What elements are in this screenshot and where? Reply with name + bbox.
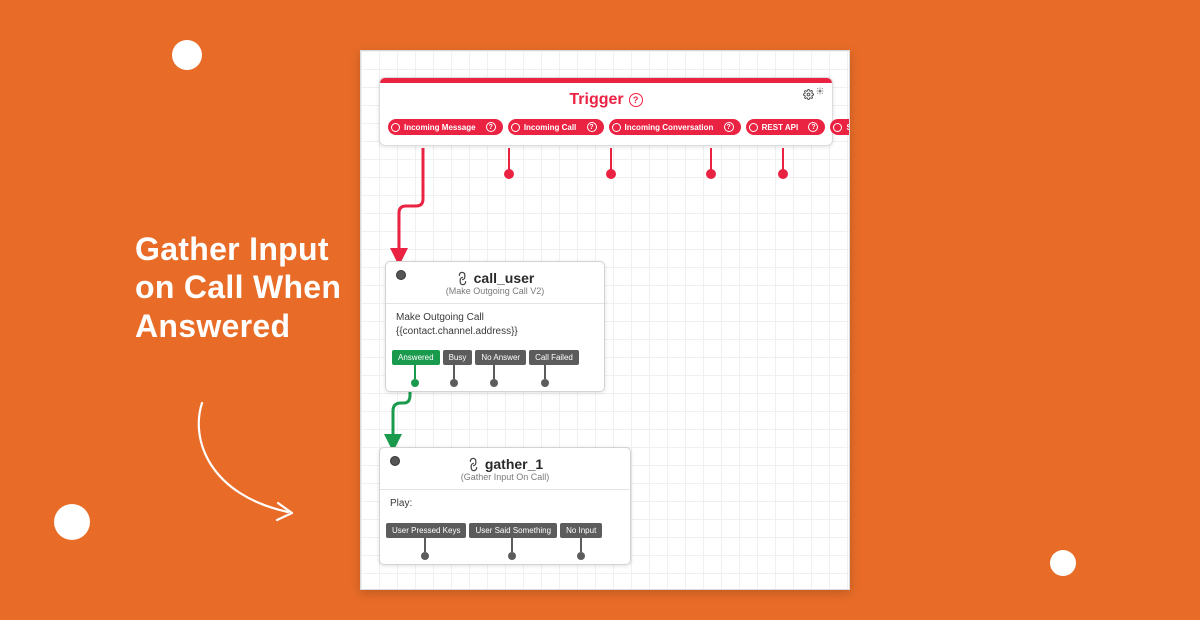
trigger-title-row: Trigger ? — [380, 83, 832, 113]
trigger-anchor[interactable] — [504, 148, 514, 179]
trigger-event[interactable]: Incoming Message ? — [388, 119, 503, 135]
decorative-dot — [54, 504, 90, 540]
incoming-connector[interactable] — [390, 456, 400, 466]
trigger-title-text: Trigger — [569, 91, 623, 109]
trigger-events-row: Incoming Message ? Incoming Call ? Incom… — [380, 113, 832, 145]
incoming-connector[interactable] — [396, 270, 406, 280]
output-pressed-keys[interactable]: User Pressed Keys — [386, 523, 466, 538]
settings-icon[interactable] — [803, 89, 824, 100]
gather-title: gather_1 — [485, 456, 543, 472]
output-noanswer[interactable]: No Answer — [475, 350, 526, 365]
gather-outputs: User Pressed Keys User Said Something No… — [380, 518, 630, 538]
trigger-event[interactable]: Incoming Call ? — [508, 119, 604, 135]
flow-canvas[interactable]: Trigger ? Incoming Message ? Incoming Ca… — [360, 50, 850, 590]
call-user-title: call_user — [474, 270, 535, 286]
link-icon — [453, 269, 471, 287]
output-callfailed[interactable]: Call Failed — [529, 350, 579, 365]
trigger-event[interactable]: Subflow ? — [830, 119, 850, 135]
output-busy[interactable]: Busy — [443, 350, 473, 365]
call-user-body: Make Outgoing Call {{contact.channel.add… — [386, 303, 604, 345]
help-icon[interactable]: ? — [629, 93, 643, 107]
call-user-outputs: Answered Busy No Answer Call Failed — [386, 345, 604, 365]
output-no-input[interactable]: No Input — [560, 523, 602, 538]
trigger-anchor[interactable] — [606, 148, 616, 179]
pointer-arrow — [180, 400, 330, 540]
gather-widget[interactable]: gather_1 (Gather Input On Call) Play: Us… — [379, 447, 631, 565]
link-icon — [464, 455, 482, 473]
decorative-dot — [172, 40, 202, 70]
trigger-event[interactable]: REST API ? — [746, 119, 826, 135]
trigger-anchor[interactable] — [706, 148, 716, 179]
page-title: Gather Input on Call When Answered — [135, 230, 355, 345]
trigger-event[interactable]: Incoming Conversation ? — [609, 119, 741, 135]
gather-body: Play: — [380, 489, 630, 518]
trigger-anchor[interactable] — [778, 148, 788, 179]
gather-subtitle: (Gather Input On Call) — [388, 472, 622, 487]
output-answered[interactable]: Answered — [392, 350, 440, 365]
call-user-subtitle: (Make Outgoing Call V2) — [394, 286, 596, 301]
trigger-widget[interactable]: Trigger ? Incoming Message ? Incoming Ca… — [379, 77, 833, 146]
output-said-something[interactable]: User Said Something — [469, 523, 557, 538]
decorative-dot — [1050, 550, 1076, 576]
call-user-widget[interactable]: call_user (Make Outgoing Call V2) Make O… — [385, 261, 605, 392]
stage: Gather Input on Call When Answered — [0, 0, 1200, 620]
